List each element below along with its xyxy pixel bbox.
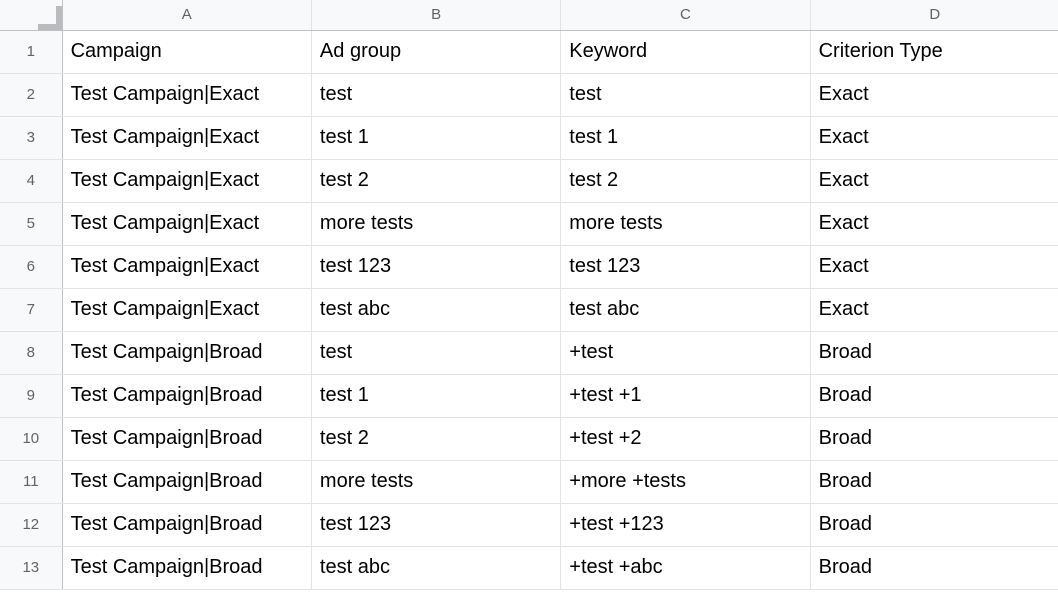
- table-row: 5 Test Campaign|Exact more tests more te…: [0, 202, 1058, 245]
- cell-B1[interactable]: Ad group: [311, 30, 560, 73]
- cell-B8[interactable]: test: [311, 331, 560, 374]
- cell-D8[interactable]: Broad: [810, 331, 1058, 374]
- table-row: 13 Test Campaign|Broad test abc +test +a…: [0, 546, 1058, 589]
- cell-D3[interactable]: Exact: [810, 116, 1058, 159]
- table-row: 6 Test Campaign|Exact test 123 test 123 …: [0, 245, 1058, 288]
- cell-B12[interactable]: test 123: [311, 503, 560, 546]
- table-row: 4 Test Campaign|Exact test 2 test 2 Exac…: [0, 159, 1058, 202]
- cell-B2[interactable]: test: [311, 73, 560, 116]
- grid[interactable]: A B C D 1 Campaign Ad group Keyword Crit…: [0, 0, 1058, 590]
- cell-C13[interactable]: +test +abc: [561, 546, 810, 589]
- cell-C5[interactable]: more tests: [561, 202, 810, 245]
- cell-B9[interactable]: test 1: [311, 374, 560, 417]
- column-header-B[interactable]: B: [311, 0, 560, 30]
- table-row: 9 Test Campaign|Broad test 1 +test +1 Br…: [0, 374, 1058, 417]
- cell-A9[interactable]: Test Campaign|Broad: [62, 374, 311, 417]
- cell-C12[interactable]: +test +123: [561, 503, 810, 546]
- cell-C2[interactable]: test: [561, 73, 810, 116]
- cell-C3[interactable]: test 1: [561, 116, 810, 159]
- cell-C1[interactable]: Keyword: [561, 30, 810, 73]
- table-row: 11 Test Campaign|Broad more tests +more …: [0, 460, 1058, 503]
- cell-A11[interactable]: Test Campaign|Broad: [62, 460, 311, 503]
- row-header[interactable]: 12: [0, 503, 62, 546]
- select-all-corner[interactable]: [0, 0, 62, 30]
- row-header[interactable]: 8: [0, 331, 62, 374]
- cell-D4[interactable]: Exact: [810, 159, 1058, 202]
- cell-B4[interactable]: test 2: [311, 159, 560, 202]
- cell-D6[interactable]: Exact: [810, 245, 1058, 288]
- cell-D10[interactable]: Broad: [810, 417, 1058, 460]
- cell-D5[interactable]: Exact: [810, 202, 1058, 245]
- cell-D11[interactable]: Broad: [810, 460, 1058, 503]
- cell-C4[interactable]: test 2: [561, 159, 810, 202]
- cell-D7[interactable]: Exact: [810, 288, 1058, 331]
- row-header[interactable]: 5: [0, 202, 62, 245]
- cell-A13[interactable]: Test Campaign|Broad: [62, 546, 311, 589]
- spreadsheet[interactable]: A B C D 1 Campaign Ad group Keyword Crit…: [0, 0, 1058, 595]
- cell-B6[interactable]: test 123: [311, 245, 560, 288]
- column-header-row: A B C D: [0, 0, 1058, 30]
- cell-A1[interactable]: Campaign: [62, 30, 311, 73]
- row-header[interactable]: 13: [0, 546, 62, 589]
- cell-C10[interactable]: +test +2: [561, 417, 810, 460]
- cell-B10[interactable]: test 2: [311, 417, 560, 460]
- table-row: 12 Test Campaign|Broad test 123 +test +1…: [0, 503, 1058, 546]
- table-row: 3 Test Campaign|Exact test 1 test 1 Exac…: [0, 116, 1058, 159]
- cell-B7[interactable]: test abc: [311, 288, 560, 331]
- cell-A7[interactable]: Test Campaign|Exact: [62, 288, 311, 331]
- row-header[interactable]: 6: [0, 245, 62, 288]
- column-header-D[interactable]: D: [810, 0, 1058, 30]
- cell-C7[interactable]: test abc: [561, 288, 810, 331]
- cell-D1[interactable]: Criterion Type: [810, 30, 1058, 73]
- row-header[interactable]: 4: [0, 159, 62, 202]
- cell-A6[interactable]: Test Campaign|Exact: [62, 245, 311, 288]
- cell-A5[interactable]: Test Campaign|Exact: [62, 202, 311, 245]
- row-header[interactable]: 3: [0, 116, 62, 159]
- cell-D13[interactable]: Broad: [810, 546, 1058, 589]
- cell-A10[interactable]: Test Campaign|Broad: [62, 417, 311, 460]
- cell-A3[interactable]: Test Campaign|Exact: [62, 116, 311, 159]
- column-header-A[interactable]: A: [62, 0, 311, 30]
- table-row: 1 Campaign Ad group Keyword Criterion Ty…: [0, 30, 1058, 73]
- row-header[interactable]: 9: [0, 374, 62, 417]
- row-header[interactable]: 10: [0, 417, 62, 460]
- cell-A4[interactable]: Test Campaign|Exact: [62, 159, 311, 202]
- cell-B5[interactable]: more tests: [311, 202, 560, 245]
- table-row: 7 Test Campaign|Exact test abc test abc …: [0, 288, 1058, 331]
- table-row: 2 Test Campaign|Exact test test Exact: [0, 73, 1058, 116]
- table-row: 8 Test Campaign|Broad test +test Broad: [0, 331, 1058, 374]
- row-header[interactable]: 1: [0, 30, 62, 73]
- cell-B13[interactable]: test abc: [311, 546, 560, 589]
- row-header[interactable]: 7: [0, 288, 62, 331]
- cell-A8[interactable]: Test Campaign|Broad: [62, 331, 311, 374]
- cell-C11[interactable]: +more +tests: [561, 460, 810, 503]
- column-header-C[interactable]: C: [561, 0, 810, 30]
- cell-C8[interactable]: +test: [561, 331, 810, 374]
- cell-D12[interactable]: Broad: [810, 503, 1058, 546]
- cell-D2[interactable]: Exact: [810, 73, 1058, 116]
- cell-C6[interactable]: test 123: [561, 245, 810, 288]
- cell-D9[interactable]: Broad: [810, 374, 1058, 417]
- cell-A2[interactable]: Test Campaign|Exact: [62, 73, 311, 116]
- row-header[interactable]: 11: [0, 460, 62, 503]
- cell-B11[interactable]: more tests: [311, 460, 560, 503]
- row-header[interactable]: 2: [0, 73, 62, 116]
- cell-A12[interactable]: Test Campaign|Broad: [62, 503, 311, 546]
- cell-C9[interactable]: +test +1: [561, 374, 810, 417]
- table-row: 10 Test Campaign|Broad test 2 +test +2 B…: [0, 417, 1058, 460]
- cell-B3[interactable]: test 1: [311, 116, 560, 159]
